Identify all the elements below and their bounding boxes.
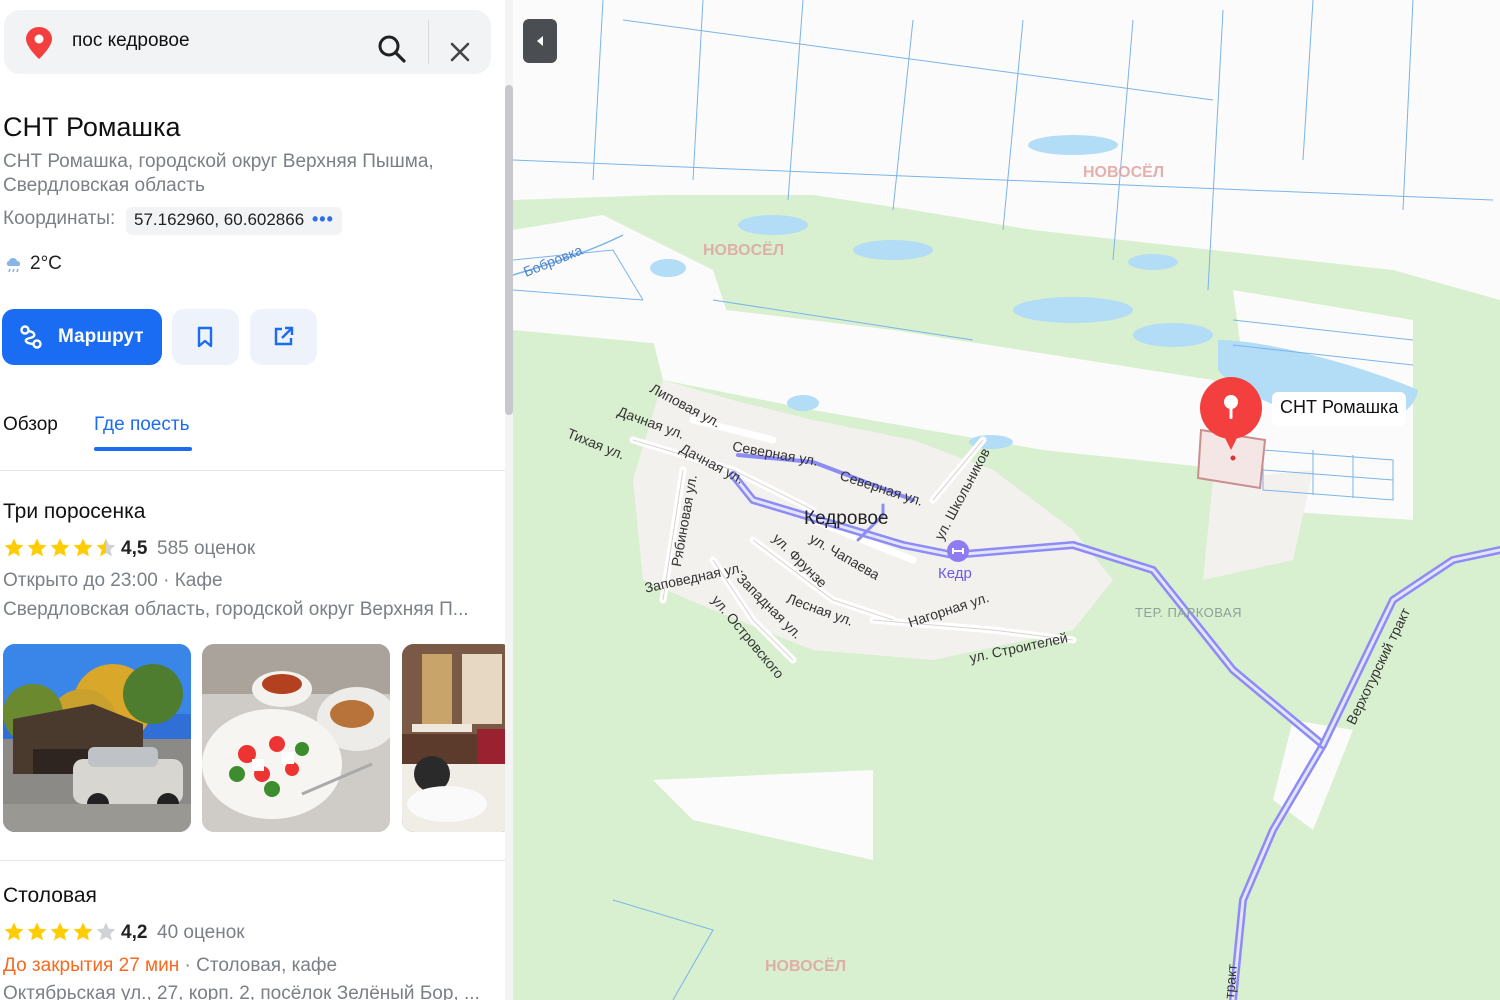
- close-icon[interactable]: [446, 38, 474, 66]
- star-icon: [4, 922, 24, 941]
- bookmark-icon: [197, 326, 213, 348]
- star-icon: [27, 538, 47, 557]
- hours-status: Открыто до 23:00: [3, 570, 158, 591]
- collapse-panel-button[interactable]: [523, 19, 557, 63]
- scrollbar-thumb[interactable]: [505, 85, 513, 415]
- route-button[interactable]: Маршрут: [2, 309, 162, 365]
- more-icon[interactable]: •••: [312, 209, 334, 230]
- star-icon: [73, 922, 93, 941]
- rating-stars: [3, 921, 117, 943]
- hours-line: Открыто до 23:00 · Кафе: [3, 570, 223, 591]
- share-button[interactable]: [250, 309, 317, 365]
- rating-stars: [3, 537, 117, 559]
- hours-line: До закрытия 27 мин · Столовая, кафе: [3, 955, 338, 976]
- rating-count[interactable]: 40 оценок: [157, 922, 245, 944]
- rating-value: 4,2: [121, 922, 148, 943]
- coordinates-label: Координаты:: [3, 208, 116, 229]
- road-label: тракт: [1221, 963, 1240, 1000]
- search-divider: [428, 20, 429, 64]
- bookmark-button[interactable]: [172, 309, 239, 365]
- place-address: СНТ Ромашка, городской округ Верхняя Пыш…: [3, 151, 434, 196]
- map-base: [513, 0, 1500, 1000]
- rating-count[interactable]: 585 оценок: [157, 538, 255, 560]
- search-input[interactable]: пос кедровое: [72, 30, 190, 52]
- route-button-label: Маршрут: [58, 326, 144, 347]
- weather-icon: [6, 258, 21, 273]
- map-marker-pin-icon[interactable]: [1199, 376, 1263, 452]
- watermark-logo: НОВОСЁЛ: [1083, 164, 1165, 181]
- photo-cafe-exterior[interactable]: [3, 644, 191, 832]
- marker-label[interactable]: СНТ Ромашка: [1272, 392, 1407, 426]
- gym-poi-icon[interactable]: [946, 539, 970, 563]
- place-title: СНТ Ромашка: [3, 112, 181, 142]
- star-icon: [50, 538, 70, 557]
- star-icon: [27, 922, 47, 941]
- result-name[interactable]: Столовая: [3, 884, 97, 908]
- category: Кафе: [174, 570, 223, 591]
- star-icon: [4, 538, 24, 557]
- poi-label[interactable]: Кедр: [938, 565, 972, 582]
- settlement-label: Кедровое: [804, 508, 889, 529]
- coordinates-value[interactable]: 57.162960, 60.602866: [134, 210, 304, 230]
- tab-where-to-eat[interactable]: Где поесть: [94, 414, 189, 436]
- watermark-logo: НОВОСЁЛ: [765, 958, 847, 975]
- category: Столовая, кафе: [196, 955, 338, 976]
- share-icon: [274, 326, 294, 346]
- map[interactable]: НОВОСЁЛ НОВОСЁЛ НОВОСЁЛ Бобровка Липовая…: [513, 0, 1500, 1000]
- search-icon[interactable]: [376, 34, 408, 66]
- watermark-logo: НОВОСЁЛ: [703, 242, 785, 259]
- half-star-icon: [96, 538, 116, 557]
- location-pin-icon: [26, 27, 52, 59]
- hours-status: До закрытия 27 мин: [3, 955, 180, 976]
- divider: [0, 860, 513, 861]
- photo-salad-dish[interactable]: [202, 644, 390, 832]
- route-icon: [20, 325, 42, 349]
- search-bar[interactable]: пос кедровое: [4, 10, 491, 74]
- caret-left-icon: [537, 36, 543, 46]
- divider: [0, 470, 513, 471]
- empty-star-icon: [96, 922, 116, 941]
- result-address: Октябрьская ул., 27, корп. 2, посёлок Зе…: [3, 983, 480, 1000]
- result-name[interactable]: Три поросенка: [3, 500, 145, 524]
- sidebar: пос кедровое СНТ Ромашка СНТ Ромашка, го…: [0, 0, 513, 1000]
- star-icon: [50, 922, 70, 941]
- photo-cafe-interior[interactable]: [402, 644, 513, 832]
- tab-overview[interactable]: Обзор: [3, 414, 58, 436]
- coordinates-box[interactable]: 57.162960, 60.602866 •••: [126, 207, 342, 235]
- active-tab-indicator: [94, 447, 192, 451]
- weather-temperature: 2°C: [30, 253, 62, 274]
- result-address: Свердловская область, городской округ Ве…: [3, 599, 469, 620]
- star-icon: [73, 538, 93, 557]
- territory-label: ТЕР. ПАРКОВАЯ: [1135, 605, 1243, 620]
- rating-value: 4,5: [121, 538, 148, 559]
